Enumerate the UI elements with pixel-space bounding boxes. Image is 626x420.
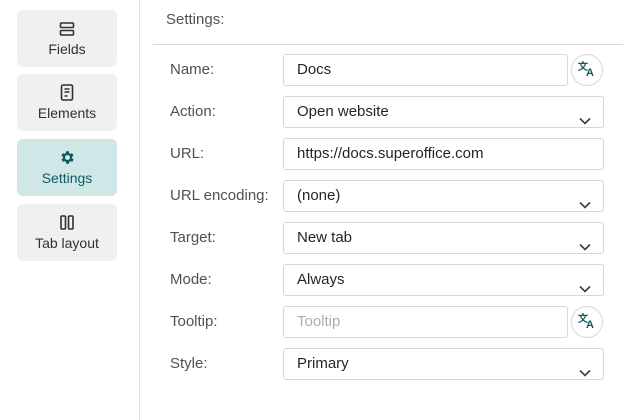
mode-label: Mode:: [170, 271, 212, 288]
translate-icon: 文 A: [578, 311, 596, 334]
style-select[interactable]: Primary: [283, 348, 604, 380]
tooltip-row: Tooltip: Tooltip 文 A: [170, 306, 610, 338]
chevron-down-icon: [579, 190, 591, 220]
target-label: Target:: [170, 229, 216, 246]
name-input[interactable]: Docs: [283, 54, 568, 86]
target-select[interactable]: New tab: [283, 222, 604, 254]
sidebar-item-label: Settings: [41, 169, 93, 186]
sidebar-divider: [139, 0, 140, 420]
name-value: Docs: [297, 61, 332, 78]
panel-title: Settings:: [166, 11, 225, 28]
tab-layout-icon: [60, 214, 74, 232]
url-input[interactable]: https://docs.superoffice.com: [283, 138, 604, 170]
mode-row: Mode: Always: [170, 264, 610, 296]
url-label: URL:: [170, 145, 205, 162]
sidebar-item-label: Fields: [48, 40, 86, 57]
action-row: Action: Open website: [170, 96, 610, 128]
chevron-down-icon: [579, 274, 591, 304]
style-value: Primary: [297, 355, 349, 372]
url-encoding-value: (none): [297, 187, 341, 204]
url-encoding-label: URL encoding:: [170, 187, 269, 204]
chevron-down-icon: [579, 358, 591, 388]
action-label: Action:: [170, 103, 216, 120]
url-encoding-row: URL encoding: (none): [170, 180, 610, 212]
target-row: Target: New tab: [170, 222, 610, 254]
name-label: Name:: [170, 61, 215, 78]
style-label: Style:: [170, 355, 208, 372]
target-value: New tab: [297, 229, 353, 246]
mode-select[interactable]: Always: [283, 264, 604, 296]
sidebar-item-elements[interactable]: Elements: [17, 74, 117, 131]
url-row: URL: https://docs.superoffice.com: [170, 138, 610, 170]
translate-button[interactable]: 文 A: [571, 54, 603, 86]
name-row: Name: Docs 文 A: [170, 54, 610, 86]
mode-value: Always: [297, 271, 345, 288]
tooltip-label: Tooltip:: [170, 313, 218, 330]
svg-text:A: A: [586, 67, 594, 77]
translate-icon: 文 A: [578, 59, 596, 82]
elements-icon: [60, 84, 74, 102]
url-encoding-select[interactable]: (none): [283, 180, 604, 212]
gear-icon: [59, 149, 76, 167]
url-value: https://docs.superoffice.com: [297, 145, 484, 162]
sidebar-item-label: Tab layout: [35, 234, 99, 251]
translate-button[interactable]: 文 A: [571, 306, 603, 338]
fields-icon: [59, 20, 75, 38]
tooltip-input[interactable]: Tooltip: [283, 306, 568, 338]
svg-text:A: A: [586, 319, 594, 329]
style-row: Style: Primary: [170, 348, 610, 380]
sidebar-item-settings[interactable]: Settings: [17, 139, 117, 196]
sidebar-item-fields[interactable]: Fields: [17, 10, 117, 67]
action-select[interactable]: Open website: [283, 96, 604, 128]
panel-header: Settings:: [153, 0, 623, 45]
chevron-down-icon: [579, 106, 591, 136]
sidebar-item-label: Elements: [37, 104, 97, 121]
chevron-down-icon: [579, 232, 591, 262]
action-value: Open website: [297, 103, 389, 120]
tooltip-placeholder: Tooltip: [297, 313, 341, 330]
sidebar-item-tab-layout[interactable]: Tab layout: [17, 204, 117, 261]
sidebar: Fields Elements Settings Tab layout: [0, 0, 140, 420]
